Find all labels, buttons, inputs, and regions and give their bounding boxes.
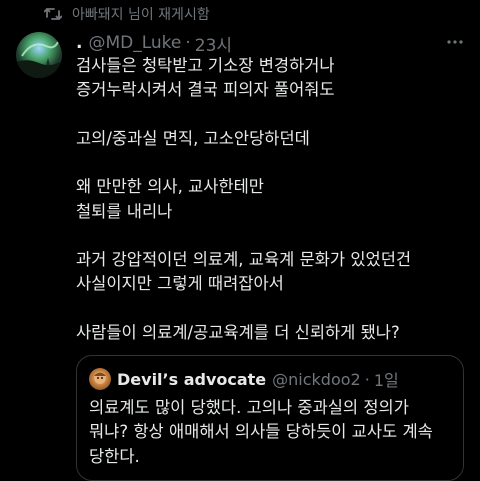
quoted-tweet-header: Devil’s advocate @nickdoo2 · 1일	[89, 366, 399, 392]
quoted-author-handle[interactable]: @nickdoo2	[272, 370, 361, 389]
aurora-avatar	[16, 41, 62, 78]
tweet-paragraph: 과거 강압적이던 의료계, 교육계 문화가 있었던건 사실이지만 그렇게 때려잡…	[76, 250, 412, 294]
cartoon-avatar	[94, 372, 106, 384]
quoted-author-display-name[interactable]: Devil’s advocate	[117, 370, 266, 389]
retweet-indicator[interactable]: 아빠돼지 님이 재게시함	[44, 4, 210, 24]
quoted-tweet-timestamp[interactable]: 1일	[374, 367, 399, 391]
tweet-text: 검사들은 청탁받고 기소장 변경하거나 증거누락시켜서 결국 피의자 풀어줘도 …	[76, 54, 468, 345]
tweet-header: . @MD_Luke · 23시	[76, 31, 464, 56]
quoted-header-separator: ·	[364, 369, 370, 389]
more-horizontal-icon[interactable]	[446, 33, 464, 56]
header-separator: ·	[185, 33, 191, 53]
quoted-tweet-text: 의료계도 많이 당했다. 고의나 중과실의 정의가 뭐냐? 항상 애매해서 의사…	[89, 398, 433, 466]
retweet-icon	[44, 6, 62, 22]
quoted-tweet-card[interactable]: Devil’s advocate @nickdoo2 · 1일 의료계도 많이 …	[76, 355, 464, 481]
tweet-timestamp[interactable]: 23시	[195, 31, 232, 56]
author-display-name[interactable]: .	[76, 33, 82, 53]
retweet-text: 아빠돼지 님이 재게시함	[72, 7, 210, 23]
author-avatar[interactable]	[16, 32, 62, 78]
author-handle[interactable]: @MD_Luke	[88, 33, 181, 53]
tweet-paragraph: 고의/중과실 면직, 고소안당하던데	[76, 128, 310, 148]
tweet-paragraph: 왜 만만한 의사, 교사한테만 철퇴를 내리나	[76, 177, 264, 221]
tweet-paragraph: 검사들은 청탁받고 기소장 변경하거나 증거누락시켜서 결국 피의자 풀어줘도	[76, 56, 335, 100]
quoted-author-avatar[interactable]	[89, 368, 111, 390]
tweet-paragraph: 사람들이 의료계/공교육계를 더 신뢰하게 됐나?	[76, 322, 400, 342]
